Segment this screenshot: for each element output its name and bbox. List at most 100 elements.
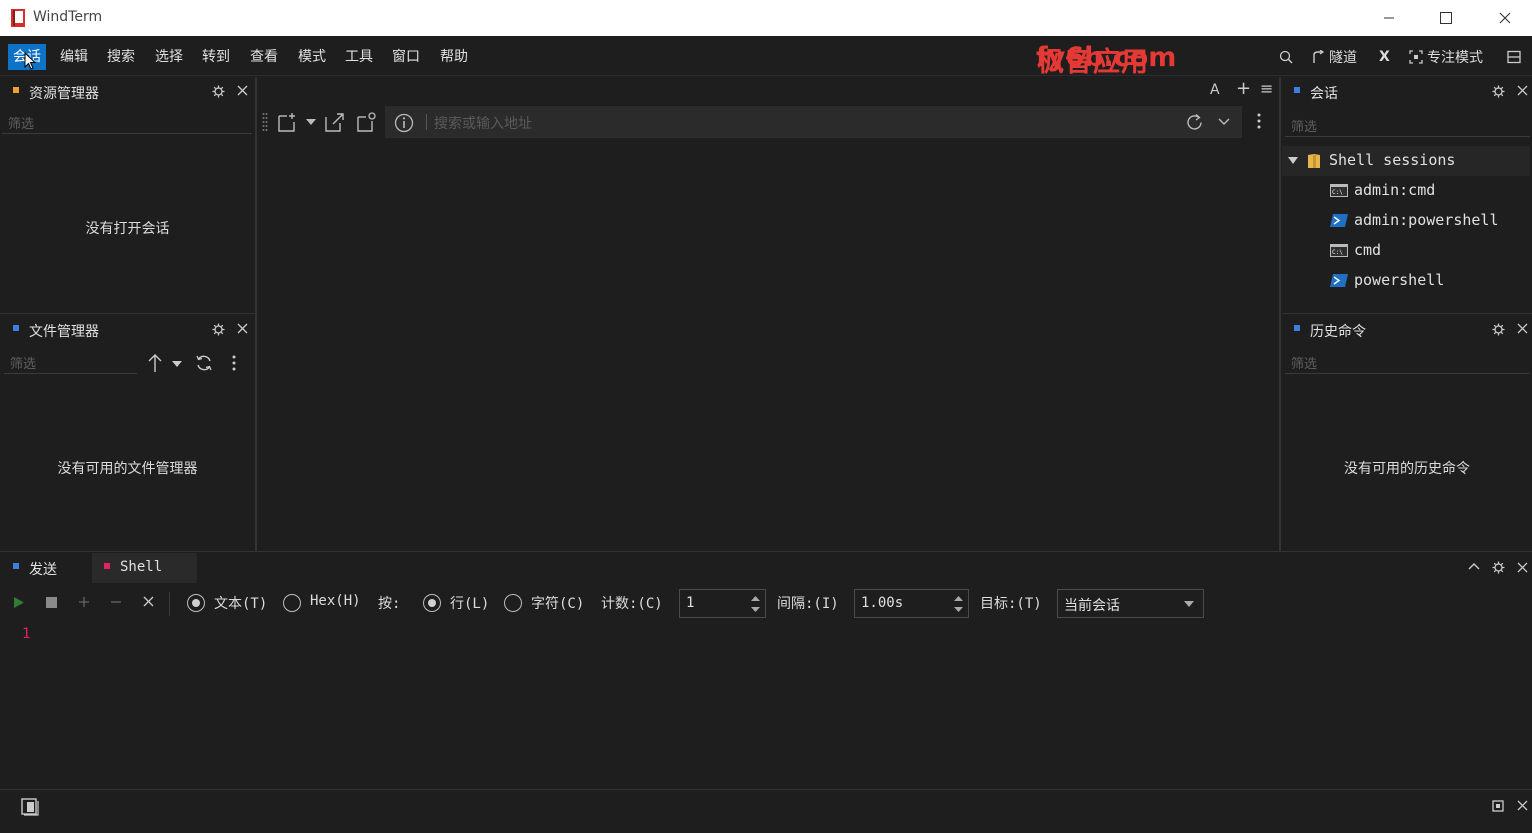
- new-session-button[interactable]: [278, 112, 298, 132]
- menu-search[interactable]: 搜索: [102, 44, 140, 70]
- address-history-button[interactable]: [1218, 118, 1230, 126]
- new-tab-button[interactable]: +: [1236, 78, 1251, 99]
- layout-button[interactable]: [1507, 45, 1521, 69]
- left-divider[interactable]: [0, 313, 255, 314]
- right-splitter[interactable]: [1279, 77, 1281, 551]
- menu-goto[interactable]: 转到: [197, 44, 235, 70]
- text-radio[interactable]: [187, 594, 205, 612]
- expand-arrow-icon[interactable]: [1288, 157, 1298, 164]
- session-item-powershell[interactable]: powershell: [1282, 266, 1530, 296]
- folder-icon: [1307, 153, 1321, 169]
- close-button[interactable]: [1482, 0, 1528, 36]
- text-option-label: 文本(T): [214, 596, 268, 612]
- left-splitter[interactable]: [255, 77, 257, 551]
- right-divider[interactable]: [1282, 313, 1532, 314]
- info-icon[interactable]: [394, 113, 414, 133]
- drag-handle-icon[interactable]: [262, 112, 268, 132]
- session-item-admin-cmd[interactable]: C:\ admin:cmd: [1282, 176, 1530, 206]
- explorer-close-button[interactable]: [237, 85, 248, 96]
- menu-edit[interactable]: 编辑: [55, 44, 93, 70]
- history-filter-input[interactable]: 筛选: [1285, 352, 1530, 374]
- maximize-button[interactable]: [1423, 0, 1469, 36]
- file-manager-filter-input[interactable]: 筛选: [4, 352, 137, 374]
- menu-bar: 会话 编辑 搜索 选择 转到 查看 模式 工具 窗口 帮助 枫音应用 隧道 X …: [0, 36, 1532, 78]
- remove-line-button[interactable]: [110, 596, 122, 608]
- target-select[interactable]: 当前会话: [1057, 589, 1204, 618]
- status-close-button[interactable]: [1517, 800, 1528, 811]
- panel-toggle-icon: [21, 798, 39, 816]
- arrow-up-icon: [148, 354, 162, 372]
- file-manager-settings-button[interactable]: [212, 323, 225, 336]
- open-external-button[interactable]: [325, 112, 345, 132]
- char-radio[interactable]: [504, 594, 522, 612]
- explorer-empty-message: 没有打开会话: [85, 221, 170, 237]
- chevron-down-icon[interactable]: [1184, 601, 1194, 607]
- up-directory-button[interactable]: [147, 353, 163, 373]
- stepper-arrows-icon[interactable]: [751, 595, 760, 613]
- tabs-menu-button[interactable]: ≡: [1260, 79, 1273, 98]
- by-label: 按:: [378, 596, 401, 612]
- tree-group-label: Shell sessions: [1329, 151, 1456, 169]
- session-item-admin-powershell[interactable]: admin:powershell: [1282, 206, 1530, 236]
- tab-send[interactable]: 发送: [0, 553, 90, 583]
- tab-send-label: 发送: [29, 562, 57, 578]
- send-settings-button[interactable]: [1492, 561, 1505, 574]
- history-settings-button[interactable]: [1492, 323, 1505, 336]
- file-manager-close-button[interactable]: [237, 323, 248, 334]
- stepper-arrows-icon[interactable]: [954, 595, 963, 613]
- tree-group-shell-sessions[interactable]: Shell sessions: [1282, 146, 1530, 176]
- toolbar-separator: [169, 592, 170, 616]
- session-label: admin:cmd: [1354, 181, 1436, 199]
- clear-button[interactable]: [143, 596, 154, 607]
- explorer-filter-input[interactable]: 筛选: [2, 112, 252, 134]
- minus-icon: [111, 601, 121, 603]
- sessions-settings-button[interactable]: [1492, 85, 1505, 98]
- sessions-filter-input[interactable]: 筛选: [1285, 115, 1530, 137]
- file-manager-more-button[interactable]: [232, 355, 236, 371]
- up-dropdown-button[interactable]: [172, 361, 182, 367]
- history-marker: [1294, 325, 1300, 331]
- address-bar[interactable]: 搜索或输入地址: [385, 106, 1242, 138]
- sessions-close-button[interactable]: [1517, 85, 1528, 96]
- hex-radio[interactable]: [283, 594, 301, 612]
- explorer-settings-button[interactable]: [212, 85, 225, 98]
- svg-text:C:\: C:\: [1332, 189, 1343, 196]
- minimize-button[interactable]: [1366, 0, 1412, 36]
- tunnel-button[interactable]: 隧道: [1311, 45, 1357, 69]
- count-stepper[interactable]: 1: [679, 589, 766, 618]
- menu-select[interactable]: 选择: [150, 44, 188, 70]
- panel-toggle-button[interactable]: [21, 798, 39, 816]
- menu-mode[interactable]: 模式: [293, 44, 331, 70]
- history-close-button[interactable]: [1517, 323, 1528, 334]
- address-input[interactable]: 搜索或输入地址: [434, 113, 532, 133]
- stop-button[interactable]: [46, 597, 57, 608]
- menu-tools[interactable]: 工具: [340, 44, 378, 70]
- new-session-dropdown-button[interactable]: [306, 119, 316, 125]
- focus-mode-button[interactable]: 专注模式: [1409, 45, 1483, 69]
- reload-button[interactable]: [1185, 113, 1204, 132]
- center-more-button[interactable]: [1257, 113, 1261, 129]
- x-button[interactable]: X: [1379, 45, 1390, 69]
- collapse-panel-button[interactable]: [1468, 562, 1480, 570]
- menu-view[interactable]: 查看: [245, 44, 283, 70]
- focus-mode-label: 专注模式: [1427, 50, 1483, 66]
- play-button[interactable]: [13, 596, 25, 609]
- status-float-button[interactable]: [1492, 800, 1504, 812]
- tab-shell[interactable]: Shell: [92, 553, 197, 583]
- send-close-button[interactable]: [1517, 562, 1528, 573]
- session-item-cmd[interactable]: C:\ cmd: [1282, 236, 1530, 266]
- interval-stepper[interactable]: 1.00s: [854, 589, 969, 618]
- line-radio[interactable]: [423, 594, 441, 612]
- file-manager-header: 文件管理器: [0, 315, 255, 345]
- history-title: 历史命令: [1310, 324, 1366, 340]
- close-icon: [1517, 85, 1528, 96]
- menu-help[interactable]: 帮助: [435, 44, 473, 70]
- file-manager-empty-message: 没有可用的文件管理器: [57, 461, 198, 477]
- search-button[interactable]: [1279, 45, 1293, 69]
- duplicate-session-button[interactable]: [357, 112, 377, 132]
- refresh-button[interactable]: [195, 354, 213, 372]
- count-value: 1: [686, 595, 695, 611]
- add-line-button[interactable]: [78, 596, 90, 608]
- menu-window[interactable]: 窗口: [387, 44, 425, 70]
- font-button[interactable]: A: [1210, 82, 1220, 98]
